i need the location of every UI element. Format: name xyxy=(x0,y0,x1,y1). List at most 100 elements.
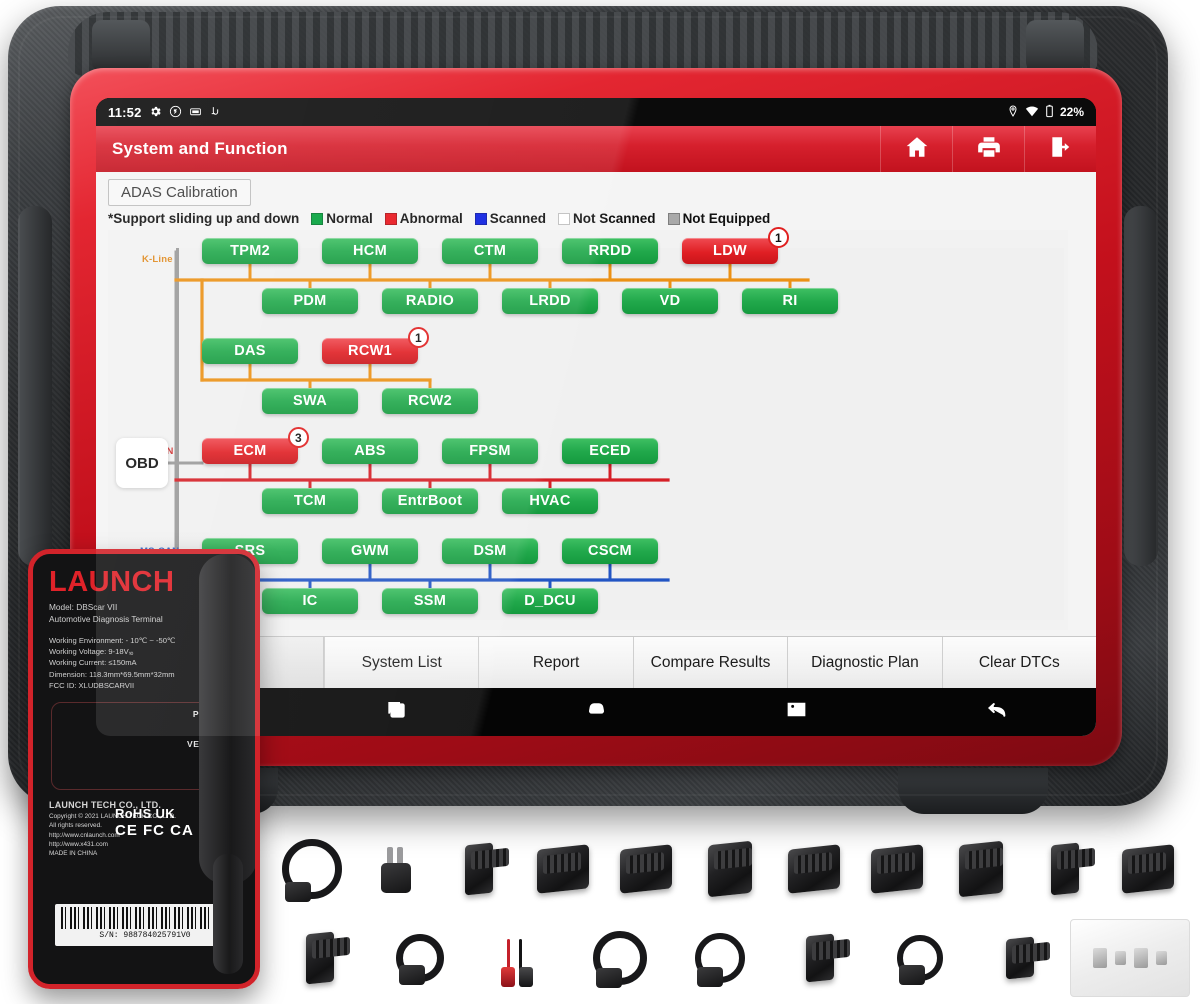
ecu-node-vd[interactable]: VD xyxy=(622,288,718,314)
ecu-node-label: FPSM xyxy=(469,443,511,459)
coiled-obd-cable xyxy=(570,916,670,1000)
legend-item-not-equipped: Not Equipped xyxy=(667,211,771,226)
clear-dtcs-button[interactable]: Clear DTCs xyxy=(941,637,1096,688)
ecu-node-label: RCW1 xyxy=(348,343,392,359)
ecu-node-label: TPM2 xyxy=(230,243,270,259)
obd-adapter-3 xyxy=(688,830,772,908)
ecu-node-ecm[interactable]: ECM 3 xyxy=(202,427,309,464)
ecu-node-tpm2[interactable]: TPM2 xyxy=(202,238,298,264)
ecu-node-d_dcu[interactable]: D_DCU xyxy=(502,588,598,614)
ecu-node-cscm[interactable]: CSCM xyxy=(562,538,658,564)
recents-icon xyxy=(384,697,409,727)
legend-item-normal: Normal xyxy=(311,211,373,226)
obd-adapter-8 xyxy=(1106,830,1190,908)
nav-back-button[interactable] xyxy=(896,697,1096,727)
ecu-node-label: ABS xyxy=(354,443,386,459)
battery-icon xyxy=(1045,104,1054,120)
ecu-node-ri[interactable]: RI xyxy=(742,288,838,314)
legend-label-normal: Normal xyxy=(326,211,373,226)
legend-swatch-normal xyxy=(311,212,324,225)
case-corner-nub-top-left xyxy=(92,20,150,72)
case-corner-nub-top-right xyxy=(1026,20,1084,72)
case-top-ridge xyxy=(68,12,1098,76)
ecu-node-ssm[interactable]: SSM xyxy=(382,588,478,614)
exit-icon xyxy=(1048,134,1074,165)
obd-adapter-6 xyxy=(939,830,1023,908)
case-foot-right xyxy=(898,768,1048,814)
ecu-node-swa[interactable]: SWA xyxy=(262,388,358,414)
obd-adapter-2 xyxy=(605,830,689,908)
ecu-node-label: IC xyxy=(302,593,318,609)
ecu-node-ic[interactable]: IC xyxy=(262,588,358,614)
nav-recents-button[interactable] xyxy=(296,697,496,727)
compare-results-button[interactable]: Compare Results xyxy=(632,637,788,688)
system-list-button[interactable]: System List xyxy=(324,637,479,688)
diagnostic-plan-button[interactable]: Diagnostic Plan xyxy=(787,637,942,688)
ecu-node-abs[interactable]: ABS xyxy=(322,438,418,464)
home-button[interactable] xyxy=(880,126,952,172)
nav-gallery-button[interactable] xyxy=(696,697,896,727)
status-time: 11:52 xyxy=(108,104,142,120)
legend-item-not-scanned: Not Scanned xyxy=(558,211,656,226)
ecu-node-label: CTM xyxy=(473,243,507,259)
fault-count-badge: 1 xyxy=(408,327,429,348)
ecu-node-das[interactable]: DAS xyxy=(202,338,298,364)
obd-adapter-4 xyxy=(772,830,856,908)
obd-adapter-1 xyxy=(521,830,605,908)
legend-label-abnormal: Abnormal xyxy=(399,211,463,226)
adas-tab-row: ADAS Calibration xyxy=(96,172,1096,209)
ecu-node-tcm[interactable]: TCM xyxy=(262,488,358,514)
ecu-node-gwm[interactable]: GWM xyxy=(322,538,418,564)
ecu-node-rrdd[interactable]: RRDD xyxy=(562,238,658,264)
legend-label-not-scanned: Not Scanned xyxy=(573,211,656,226)
nav-vci-button[interactable] xyxy=(496,697,696,727)
header-button-group xyxy=(880,126,1096,172)
vci-connector-icon xyxy=(584,697,609,727)
ecu-node-radio[interactable]: RADIO xyxy=(382,288,478,314)
eu-plug-adapter xyxy=(437,830,521,908)
ecu-node-label: LDW xyxy=(713,243,747,259)
ecu-node-ldw[interactable]: LDW 1 xyxy=(682,227,789,264)
ecu-node-entrboot[interactable]: EntrBoot xyxy=(382,488,478,514)
legend-item-abnormal: Abnormal xyxy=(384,211,463,226)
fuse-parts-bag xyxy=(1070,916,1190,1000)
adapter-loop-cable xyxy=(670,916,770,1000)
ecu-node-fpsm[interactable]: FPSM xyxy=(442,438,538,464)
status-legend: *Support sliding up and down Normal Abno… xyxy=(96,209,1096,230)
back-arrow-icon xyxy=(984,697,1009,727)
print-button[interactable] xyxy=(952,126,1024,172)
obd-root-node[interactable]: OBD xyxy=(116,438,168,488)
image-icon xyxy=(784,697,809,727)
ecu-node-dsm[interactable]: DSM xyxy=(442,538,538,564)
ecu-node-eced[interactable]: ECED xyxy=(562,438,658,464)
ecu-node-hcm[interactable]: HCM xyxy=(322,238,418,264)
ecu-node-label: HVAC xyxy=(529,493,571,509)
page-title: System and Function xyxy=(112,139,288,158)
uk-plug-adapter xyxy=(354,830,438,908)
legend-swatch-not-scanned xyxy=(558,212,571,225)
ecu-node-lrdd[interactable]: LRDD xyxy=(502,288,598,314)
ecu-node-ctm[interactable]: CTM xyxy=(442,238,538,264)
coiled-power-cable xyxy=(270,830,354,908)
ecu-node-label: PDM xyxy=(293,293,327,309)
ecu-node-label: ECM xyxy=(233,443,267,459)
report-button[interactable]: Report xyxy=(478,637,633,688)
ecu-node-rcw1[interactable]: RCW1 1 xyxy=(322,327,429,364)
battery-percentage: 22% xyxy=(1059,105,1084,119)
battery-clip-lead xyxy=(470,916,570,1000)
legend-item-scanned: Scanned xyxy=(474,211,546,226)
dbscar-vii-connector: LAUNCH Model: DBScar VII Automotive Diag… xyxy=(28,549,260,989)
ecu-node-rcw2[interactable]: RCW2 xyxy=(382,388,478,414)
location-icon xyxy=(1007,105,1019,119)
ecu-node-hvac[interactable]: HVAC xyxy=(502,488,598,514)
ecu-node-pdm[interactable]: PDM xyxy=(262,288,358,314)
ecu-node-label: CSCM xyxy=(588,543,632,559)
ecu-node-label: D_DCU xyxy=(524,593,576,609)
accessory-row-cables xyxy=(270,916,1190,1000)
exit-button[interactable] xyxy=(1024,126,1096,172)
bus-label-k-line: K-Line xyxy=(142,254,173,265)
legend-swatch-scanned xyxy=(474,212,487,225)
ecu-node-label: VD xyxy=(659,293,681,309)
tab-adas-calibration[interactable]: ADAS Calibration xyxy=(108,179,251,206)
legend-label-not-equipped: Not Equipped xyxy=(682,211,771,226)
